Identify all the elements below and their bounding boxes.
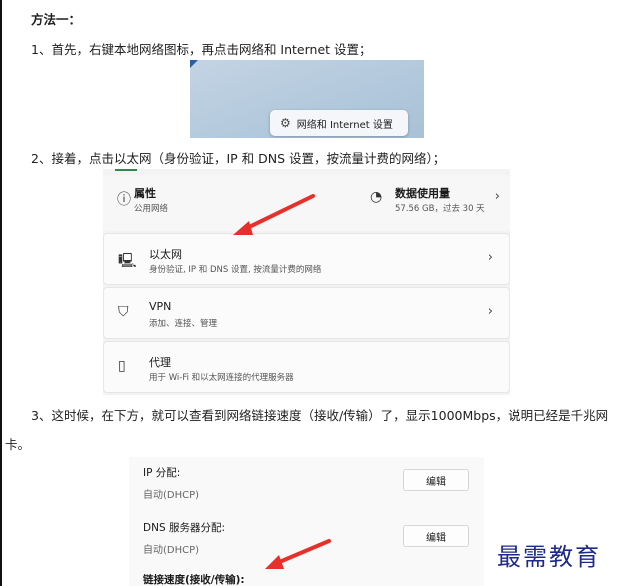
method-heading: 方法一： [31, 12, 82, 27]
link-speed-screenshot: IP 分配: 自动(DHCP) 编辑 DNS 服务器分配: 自动(DHCP) 编… [129, 457, 484, 586]
ip-assignment-label: IP 分配: [143, 467, 181, 479]
ip-assignment-value: 自动(DHCP) [143, 490, 200, 501]
context-menu-label: 网络和 Internet 设置 [296, 119, 393, 131]
vpn-item[interactable]: ⛉ VPN 添加、连接、管理 › [103, 287, 510, 339]
chevron-right-icon: › [487, 304, 493, 319]
dns-assignment-value: 自动(DHCP) [143, 545, 200, 556]
properties-row: ⓘ 属性 公用网络 ◔ 数据使用量 57.56 GB，过去 30 天 › [103, 175, 510, 231]
shield-icon: ⛉ [118, 304, 129, 320]
step-2-text: 2、接着，点击以太网（身份验证，IP 和 DNS 设置，按流量计费的网络）； [31, 151, 446, 166]
link-speed-label: 链接速度(接收/传输): [143, 574, 245, 586]
proxy-title: 代理 [149, 356, 171, 369]
data-usage-title[interactable]: 数据使用量 [395, 185, 450, 201]
left-edge-bar [0, 0, 2, 586]
network-internet-settings-menu-item[interactable]: ⚙ 网络和 Internet 设置 [270, 110, 408, 136]
dns-assignment-label: DNS 服务器分配: [143, 522, 225, 534]
taskbar-corner [190, 60, 198, 68]
accent-line [115, 169, 137, 171]
step-1-text: 1、首先，右键本地网络图标，再点击网络和 Internet 设置； [31, 42, 372, 57]
pie-chart-icon: ◔ [370, 189, 383, 205]
data-usage-subtitle: 57.56 GB，过去 30 天 [395, 204, 485, 214]
info-icon: ⓘ [117, 192, 131, 208]
proxy-item[interactable]: ▯ 代理 用于 Wi-Fi 和以太网连接的代理服务器 [103, 341, 510, 393]
watermark-logo-text: 最需教育 [497, 543, 601, 571]
gear-icon: ⚙ [280, 116, 291, 130]
chevron-right-icon: › [494, 189, 500, 204]
step-3-text-line-2: 卡。 [5, 437, 31, 452]
ethernet-subtitle: 身份验证, IP 和 DNS 设置, 按流量计费的网络 [149, 265, 322, 275]
ip-edit-button[interactable]: 编辑 [403, 469, 469, 491]
vpn-subtitle: 添加、连接、管理 [149, 319, 218, 329]
chevron-right-icon: › [487, 250, 493, 265]
vpn-title: VPN [149, 300, 172, 313]
network-settings-panel-screenshot: ⓘ 属性 公用网络 ◔ 数据使用量 57.56 GB，过去 30 天 › 🖳 以… [103, 169, 510, 395]
proxy-subtitle: 用于 Wi-Fi 和以太网连接的代理服务器 [149, 373, 294, 383]
properties-subtitle: 公用网络 [134, 204, 169, 214]
network-settings-screenshot: ⚙ 网络和 Internet 设置 [190, 60, 424, 138]
ethernet-title: 以太网 [149, 248, 182, 261]
properties-title[interactable]: 属性 [134, 185, 156, 201]
proxy-icon: ▯ [118, 358, 126, 374]
ethernet-icon: 🖳 [118, 253, 137, 269]
ethernet-item[interactable]: 🖳 以太网 身份验证, IP 和 DNS 设置, 按流量计费的网络 › [103, 233, 510, 285]
dns-edit-button[interactable]: 编辑 [403, 525, 469, 547]
step-3-text-line-1: 3、这时候，在下方，就可以查看到网络链接速度（接收/传输）了，显示1000Mbp… [31, 408, 609, 423]
